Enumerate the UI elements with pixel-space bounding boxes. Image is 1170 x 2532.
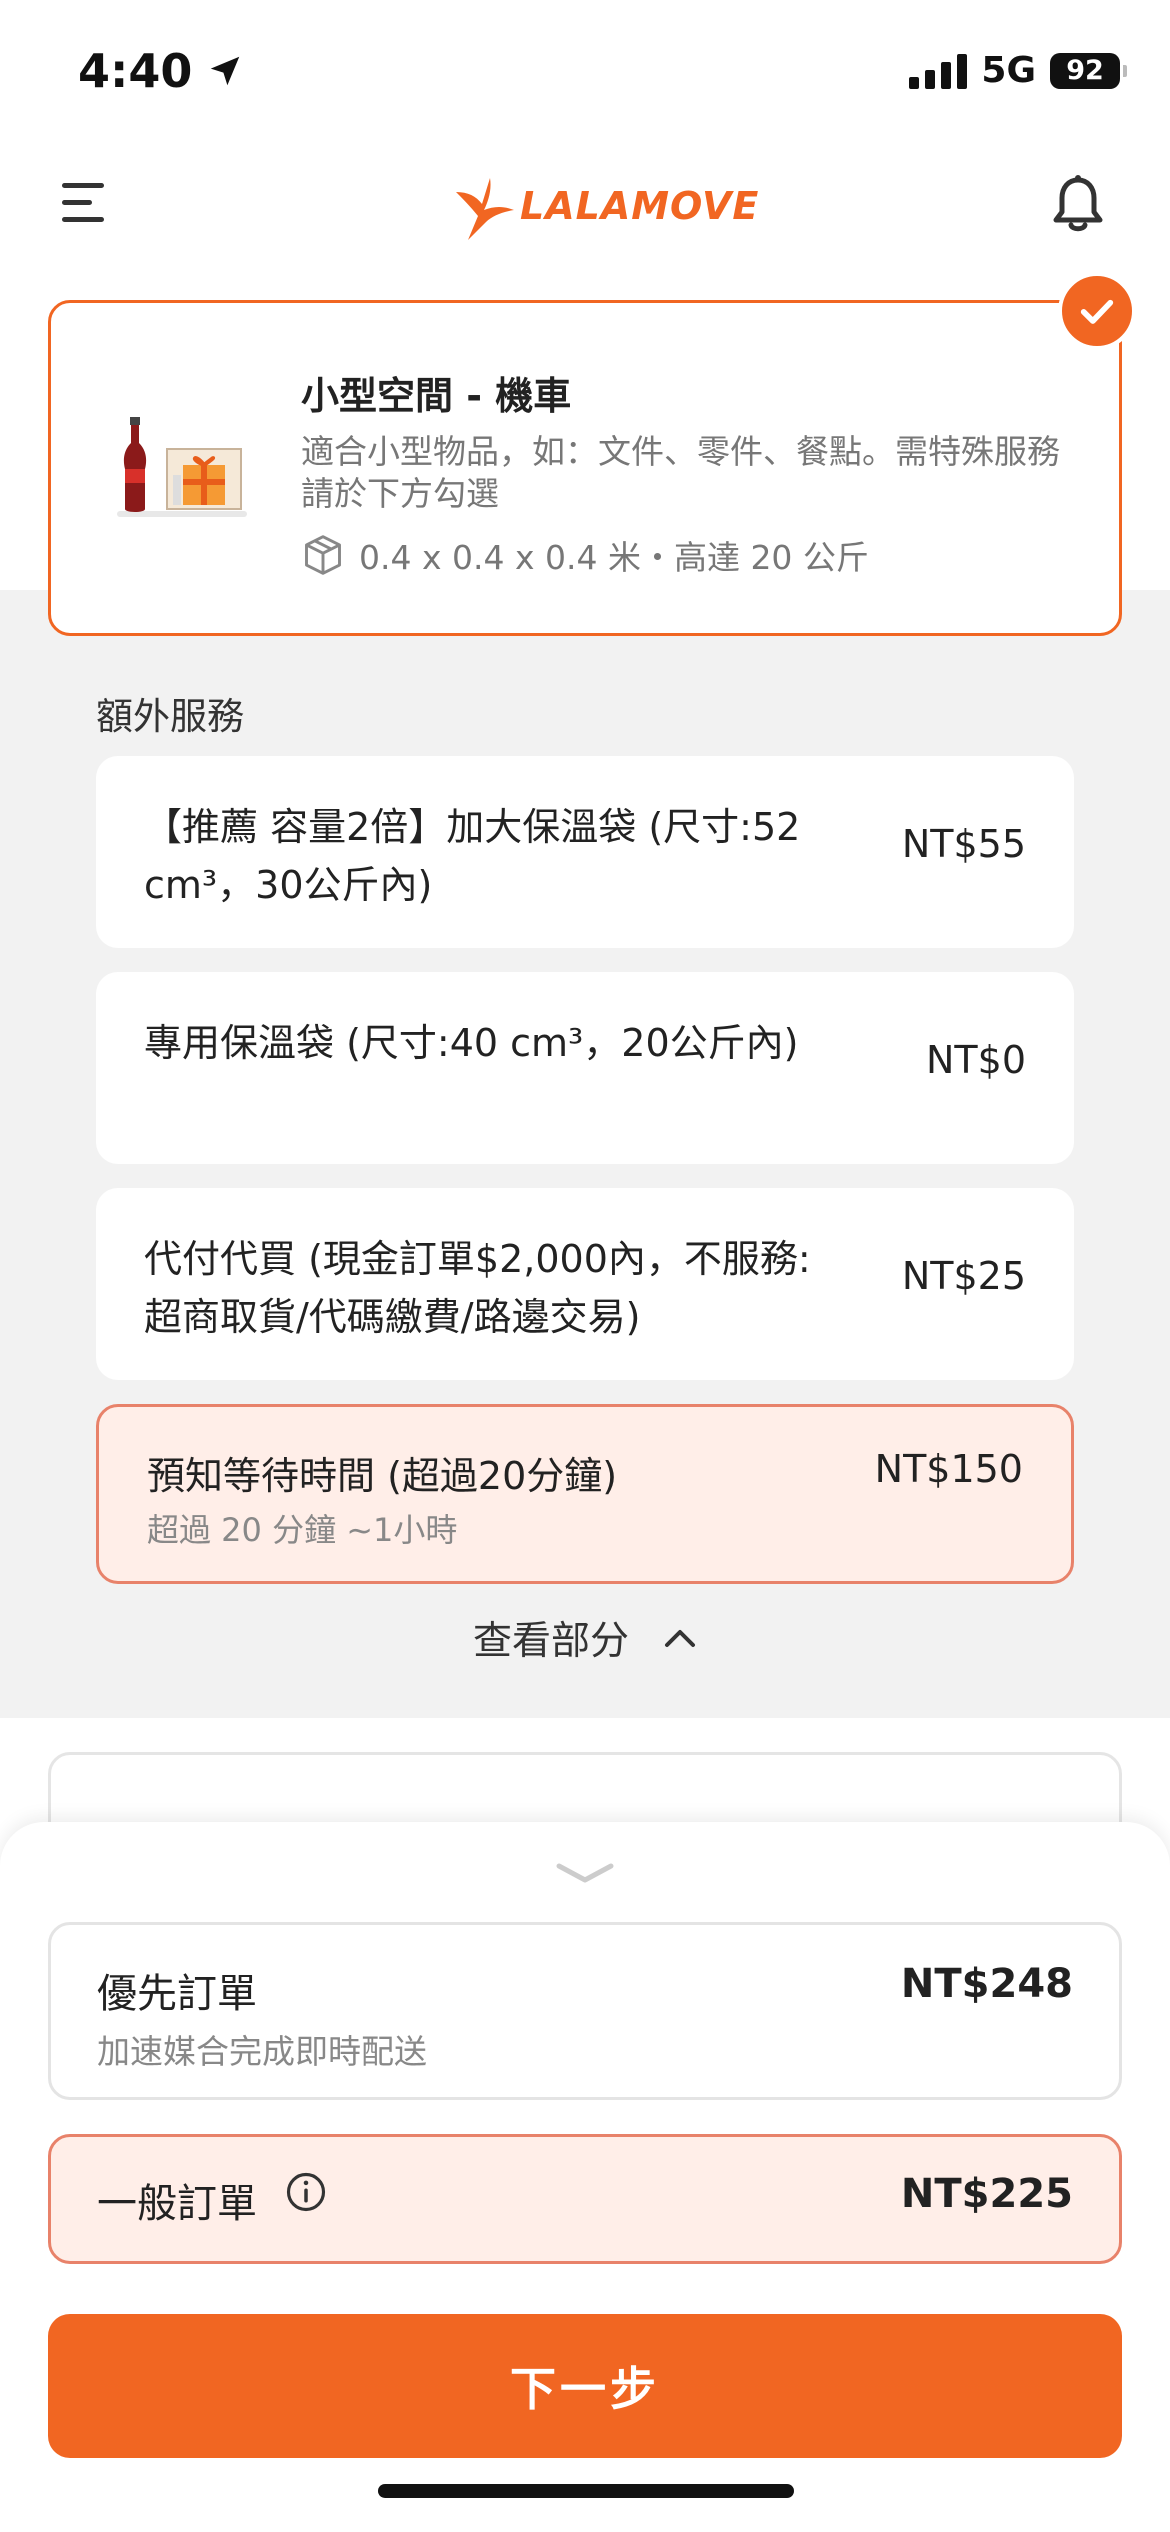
service-insulated-bag[interactable]: 專用保溫袋 (尺寸:40 cm³，20公斤內) NT$0 <box>96 972 1074 1164</box>
order-name: 一般訂單 <box>97 2181 257 2227</box>
normal-order-option[interactable]: 一般訂單 NT$225 <box>48 2134 1122 2264</box>
service-purchase-on-behalf[interactable]: 代付代買 (現金訂單$2,000內，不服務: 超商取貨/代碼繳費/路邊交易) N… <box>96 1188 1074 1380</box>
service-price: NT$25 <box>901 1254 1026 1298</box>
order-price: NT$248 <box>900 1961 1073 2007</box>
extra-services-title: 額外服務 <box>96 695 244 738</box>
service-waiting-time[interactable]: 預知等待時間 (超過20分鐘) 超過 20 分鐘 ~1小時 NT$150 <box>96 1404 1074 1584</box>
status-time: 4:40 <box>78 44 244 98</box>
lalamove-logo: LALAMOVE <box>454 166 759 246</box>
service-price: NT$0 <box>926 1038 1026 1082</box>
vehicle-description: 適合小型物品，如：文件、零件、餐點。需特殊服務請於下方勾選 <box>301 432 1060 513</box>
view-partial-toggle[interactable]: 查看部分 <box>0 1610 1170 1666</box>
service-price: NT$150 <box>874 1447 1023 1491</box>
service-label: 【推薦 容量2倍】加大保溫袋 (尺寸:52 cm³，30公斤內) <box>144 805 801 907</box>
bird-logo-icon <box>456 178 514 240</box>
service-insulated-bag-large[interactable]: 【推薦 容量2倍】加大保溫袋 (尺寸:52 cm³，30公斤內) NT$55 <box>96 756 1074 948</box>
next-step-button[interactable]: 下一步 <box>48 2314 1122 2458</box>
service-price: NT$55 <box>901 822 1026 866</box>
package-box-icon <box>305 535 341 575</box>
priority-order-option[interactable]: 優先訂單 加速媒合完成即時配送 NT$248 <box>48 1922 1122 2100</box>
battery-level: 92 <box>1066 55 1104 86</box>
chevron-up-icon <box>665 1630 695 1647</box>
order-bottom-sheet: 優先訂單 加速媒合完成即時配送 NT$248 一般訂單 NT$225 下一步 <box>0 1822 1170 2532</box>
selected-check-badge <box>1058 272 1136 350</box>
cellular-signal-icon <box>909 53 968 89</box>
network-type: 5G <box>981 50 1036 91</box>
order-name: 優先訂單 <box>97 1971 257 2017</box>
order-price: NT$225 <box>900 2171 1073 2217</box>
hamburger-menu-icon[interactable] <box>62 180 108 226</box>
bottle-and-gift-illustration-icon <box>117 417 247 517</box>
service-label: 代付代買 (現金訂單$2,000內，不服務: 超商取貨/代碼繳費/路邊交易) <box>144 1237 811 1339</box>
dimensions-text: 0.4 x 0.4 x 0.4 米・高達 20 公斤 <box>359 538 869 577</box>
service-label: 專用保溫袋 (尺寸:40 cm³，20公斤內) <box>144 1021 799 1065</box>
notification-bell-icon[interactable] <box>1050 174 1106 234</box>
vehicle-card-motorcycle[interactable]: 小型空間 - 機車 適合小型物品，如：文件、零件、餐點。需特殊服務請於下方勾選 … <box>48 300 1122 636</box>
order-description: 加速媒合完成即時配送 <box>97 2032 427 2071</box>
service-label: 預知等待時間 (超過20分鐘) <box>147 1454 618 1498</box>
vehicle-title: 小型空間 - 機車 <box>301 374 572 418</box>
home-indicator <box>378 2484 794 2498</box>
time-label: 4:40 <box>78 44 193 98</box>
vehicle-dimensions: 0.4 x 0.4 x 0.4 米・高達 20 公斤 <box>301 531 869 579</box>
location-arrow-icon <box>211 56 240 86</box>
logo-text: LALAMOVE <box>520 184 760 228</box>
status-bar: 4:40 5G 92 <box>0 0 1170 150</box>
toggle-label: 查看部分 <box>472 1619 629 1664</box>
status-indicators: 5G 92 <box>909 50 1127 91</box>
info-icon[interactable] <box>285 2171 327 2213</box>
battery-icon: 92 <box>1050 52 1127 89</box>
checkmark-icon <box>1080 299 1114 324</box>
chevron-down-icon[interactable] <box>555 1860 615 1888</box>
app-header: LALAMOVE <box>0 150 1170 300</box>
service-sublabel: 超過 20 分鐘 ~1小時 <box>147 1511 458 1549</box>
